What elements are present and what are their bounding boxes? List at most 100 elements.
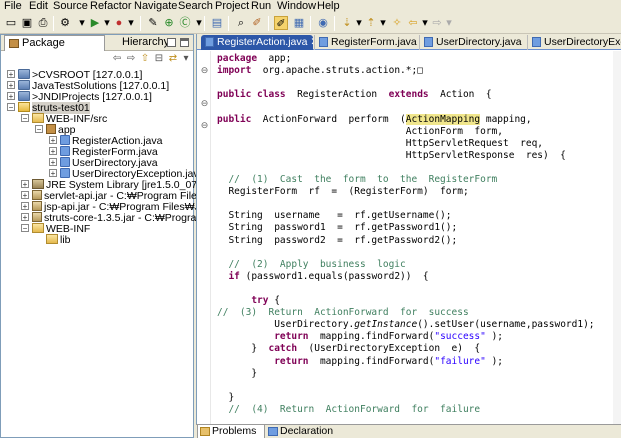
new-package-icon[interactable]: ⊕	[162, 16, 176, 30]
expand-icon[interactable]: +	[49, 158, 57, 167]
open-task-icon[interactable]: ✐	[250, 16, 264, 30]
editor-tab[interactable]: UserDirectoryExcep	[527, 35, 621, 50]
collapse-icon[interactable]: −	[7, 103, 15, 112]
collapse-icon[interactable]: −	[21, 114, 29, 123]
code-token: {	[268, 295, 280, 306]
java-file-icon	[205, 37, 214, 47]
editor-vertical-ruler: ⊖ ⊖ ⊖	[197, 51, 211, 424]
keyword-token: catch	[268, 343, 298, 355]
menu-project[interactable]: Project	[215, 0, 249, 13]
expand-icon[interactable]: +	[21, 180, 29, 189]
tree-item[interactable]: + struts-core-1.3.5.jar - C:₩Program Fi	[21, 212, 217, 224]
tree-item[interactable]: + JRE System Library [jre1.5.0_07]	[21, 179, 200, 191]
fold-icon[interactable]: ⊖	[200, 66, 209, 75]
collapse-icon[interactable]: −	[21, 224, 29, 233]
forward-arrow-icon[interactable]: ⇨	[125, 53, 137, 65]
tree-item[interactable]: + >JNDIProjects [127.0.0.1]	[7, 91, 152, 103]
editor-tab[interactable]: UserDirectory.java	[419, 35, 526, 50]
code-line: public ActionForward perform (ActionMapp…	[217, 113, 532, 125]
keyword-token: return	[217, 355, 309, 367]
code-token: }	[217, 343, 269, 355]
string-token: "success"	[434, 331, 486, 343]
code-token: (UserDirectoryException e) {	[297, 343, 481, 355]
tree-item[interactable]: + UserDirectory.java	[49, 157, 158, 169]
tab-problems[interactable]: Problems ✕	[197, 425, 265, 438]
editor-tab[interactable]: RegisterAction.java ✕	[201, 35, 313, 50]
expand-icon[interactable]: +	[49, 169, 57, 178]
toggle-mark-occurrences-icon[interactable]: ✐	[274, 16, 288, 30]
menu-navigate[interactable]: Navigate	[134, 0, 177, 13]
keyword-token: public class	[217, 89, 286, 101]
tab-declaration[interactable]: Declaration	[266, 425, 336, 438]
tree-item[interactable]: + RegisterAction.java	[49, 135, 162, 147]
menu-source[interactable]: Source	[53, 0, 88, 13]
link-with-editor-icon[interactable]: ⇄	[167, 53, 179, 65]
expand-icon[interactable]: +	[7, 81, 15, 90]
tree-item[interactable]: + jsp-api.jar - C:₩Program Files₩Jav	[21, 201, 211, 213]
menu-run[interactable]: Run	[251, 0, 271, 13]
expand-icon[interactable]: +	[49, 147, 57, 156]
tab-package-explorer[interactable]: Package Explorer ✕	[4, 35, 105, 64]
java-file-icon	[532, 37, 541, 47]
menu-refactor[interactable]: Refactor	[90, 0, 132, 13]
expand-icon[interactable]: +	[21, 213, 29, 222]
menu-search[interactable]: Search	[178, 0, 213, 13]
editor-tab[interactable]: RegisterForm.java	[314, 35, 418, 50]
code-token: mapping.findForward(	[308, 331, 435, 343]
up-icon[interactable]: ⇧	[139, 53, 151, 65]
fold-icon[interactable]: ⊖	[200, 99, 209, 108]
debug-dropdown-icon[interactable]: ▾	[75, 16, 89, 30]
tree-item[interactable]: − WEB-INF/src	[21, 113, 107, 125]
expand-icon[interactable]: +	[7, 92, 15, 101]
expand-icon[interactable]: +	[7, 70, 15, 79]
folder-icon	[46, 234, 58, 244]
print-icon[interactable]: ⎙	[36, 16, 50, 30]
expand-icon[interactable]: +	[49, 136, 57, 145]
show-whitespace-icon[interactable]: ▦	[292, 16, 306, 30]
save-icon[interactable]: ▣	[20, 16, 34, 30]
menu-edit[interactable]: Edit	[29, 0, 48, 13]
keyword-token: try	[217, 295, 269, 306]
fold-icon[interactable]: ⊖	[200, 121, 209, 130]
menu-window[interactable]: Window	[277, 0, 316, 13]
debug-icon[interactable]: ⚙	[58, 16, 72, 30]
forward-dropdown-icon[interactable]: ▾	[442, 16, 456, 30]
problems-icon	[200, 427, 210, 436]
previous-annotation-dropdown-icon[interactable]: ▾	[376, 16, 390, 30]
back-arrow-icon[interactable]: ⇦	[111, 53, 123, 65]
minimize-icon[interactable]	[167, 38, 176, 47]
tree-item[interactable]: − app	[35, 124, 76, 136]
tab-hierarchy[interactable]: Hierarchy	[107, 35, 169, 51]
tree-item[interactable]: lib	[35, 234, 71, 246]
keyword-token: extends	[388, 89, 429, 101]
tree-item[interactable]: + RegisterForm.java	[49, 146, 158, 158]
menu-help[interactable]: Help	[317, 0, 340, 13]
collapse-all-icon[interactable]: ⊟	[153, 53, 165, 65]
tree-item[interactable]: + >CVSROOT [127.0.0.1]	[7, 69, 142, 81]
menu-file[interactable]: File	[4, 0, 22, 13]
tree-item[interactable]: − WEB-INF	[21, 223, 90, 235]
tree-item[interactable]: + UserDirectoryException.java	[49, 168, 204, 180]
globe-icon[interactable]: ◉	[316, 16, 330, 30]
tree-item[interactable]: − struts-test01	[7, 102, 90, 114]
code-line: String password2 = rf.getPassword2();	[217, 235, 457, 246]
code-token: }	[217, 391, 235, 403]
new-class-icon[interactable]: Ⓒ	[178, 16, 192, 30]
new-icon[interactable]: ▭	[4, 16, 18, 30]
search-icon[interactable]: ⌕	[234, 16, 248, 30]
library-icon	[32, 179, 44, 189]
collapse-icon[interactable]: −	[35, 125, 43, 134]
expand-icon[interactable]: +	[21, 202, 29, 211]
open-type-icon[interactable]: ▤	[210, 16, 224, 30]
expand-icon[interactable]: +	[21, 191, 29, 200]
new-java-project-icon[interactable]: ✎	[146, 16, 160, 30]
view-menu-icon[interactable]: ▾	[180, 53, 192, 65]
editor-scrollbar[interactable]	[613, 51, 621, 424]
last-edit-location-icon[interactable]: ✧	[390, 16, 404, 30]
tree-item[interactable]: + JavaTestSolutions [127.0.0.1]	[7, 80, 169, 92]
java-file-icon	[60, 157, 70, 167]
external-tools-dropdown-icon[interactable]: ▾	[124, 16, 138, 30]
code-line: // (3) Return ActionForward for success	[217, 307, 469, 318]
maximize-icon[interactable]	[180, 38, 189, 47]
tree-item[interactable]: + servlet-api.jar - C:₩Program Files₩	[21, 190, 212, 202]
